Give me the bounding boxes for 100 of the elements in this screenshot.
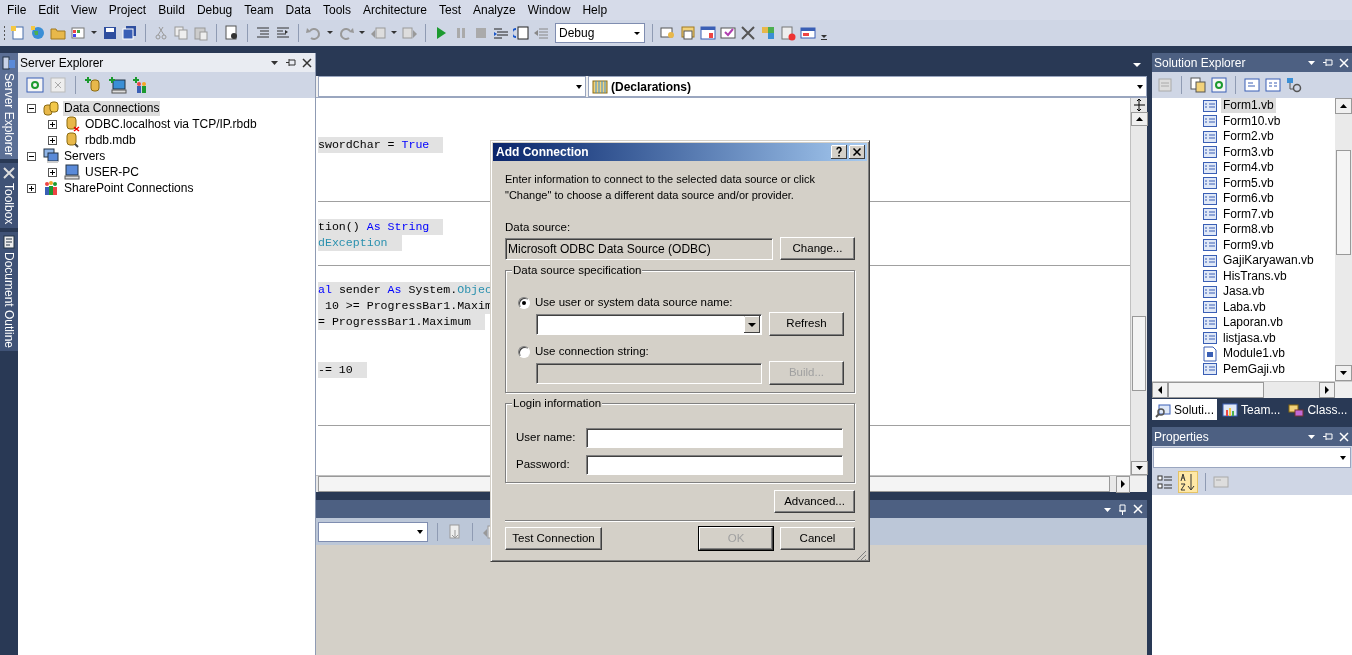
menu-item[interactable]: Debug bbox=[190, 0, 239, 20]
window-icon[interactable] bbox=[680, 25, 696, 41]
close-icon[interactable] bbox=[849, 145, 865, 159]
menu-item[interactable]: Build bbox=[152, 0, 191, 20]
solution-file[interactable]: Laporan.vb bbox=[1221, 315, 1286, 331]
solution-file[interactable]: Form9.vb bbox=[1221, 237, 1276, 253]
expand-icon[interactable] bbox=[48, 167, 57, 177]
solution-file[interactable]: Jasa.vb bbox=[1221, 284, 1267, 300]
expand-icon[interactable] bbox=[48, 135, 57, 145]
indent-icon[interactable] bbox=[255, 25, 271, 41]
categorized-icon[interactable] bbox=[1156, 473, 1174, 491]
menu-item[interactable]: Project bbox=[102, 0, 153, 20]
refresh-button[interactable]: Refresh bbox=[769, 312, 844, 336]
solution-file[interactable]: Form1.vb bbox=[1221, 98, 1276, 114]
cancel-button[interactable]: Cancel bbox=[780, 527, 855, 550]
delete-icon[interactable] bbox=[780, 25, 796, 41]
side-tab[interactable]: Server Explorer bbox=[0, 53, 18, 160]
scroll-right-icon[interactable] bbox=[1116, 476, 1130, 493]
solution-file[interactable]: Form10.vb bbox=[1221, 113, 1283, 129]
scroll-down-icon[interactable] bbox=[1131, 461, 1148, 475]
scroll-thumb[interactable] bbox=[1336, 150, 1351, 255]
add-connection-icon[interactable] bbox=[85, 76, 103, 94]
solution-file[interactable]: PemGaji.vb bbox=[1221, 361, 1288, 377]
solution-file[interactable]: GajiKaryawan.vb bbox=[1221, 253, 1316, 269]
tree-item[interactable]: SharePoint Connections bbox=[63, 180, 195, 196]
declarations-dropdown[interactable]: (Declarations) bbox=[588, 76, 1147, 97]
scroll-up-icon[interactable] bbox=[1131, 112, 1148, 126]
input-field[interactable] bbox=[536, 362, 762, 384]
menu-item[interactable]: View bbox=[65, 0, 103, 20]
help-icon[interactable] bbox=[831, 145, 847, 159]
configuration-dropdown[interactable]: Debug bbox=[555, 23, 645, 43]
menu-item[interactable]: Tools bbox=[316, 0, 357, 20]
dropdown-button-icon[interactable] bbox=[744, 315, 760, 333]
username-field[interactable] bbox=[586, 428, 843, 448]
menu-item[interactable]: Team bbox=[238, 0, 280, 20]
solution-file[interactable]: Form2.vb bbox=[1221, 129, 1276, 145]
class-diagram-icon[interactable] bbox=[1286, 77, 1302, 93]
tree-item[interactable]: Servers bbox=[63, 148, 107, 164]
find-icon[interactable] bbox=[224, 25, 240, 41]
scroll-thumb[interactable] bbox=[1168, 382, 1264, 398]
solution-file[interactable]: Form3.vb bbox=[1221, 144, 1276, 160]
radio-button[interactable] bbox=[518, 297, 530, 309]
solution-file[interactable]: Form5.vb bbox=[1221, 175, 1276, 191]
menu-item[interactable]: Data bbox=[279, 0, 317, 20]
close-icon[interactable] bbox=[302, 57, 312, 68]
panel-tab[interactable]: Class... bbox=[1285, 399, 1351, 420]
scroll-up-icon[interactable] bbox=[1335, 98, 1352, 114]
save-all-icon[interactable] bbox=[122, 25, 138, 41]
resize-grip-icon[interactable] bbox=[855, 550, 867, 562]
split-icon[interactable] bbox=[1131, 98, 1148, 112]
expand-icon[interactable] bbox=[48, 119, 57, 129]
dropdown[interactable] bbox=[318, 521, 428, 542]
caret-icon[interactable] bbox=[1132, 60, 1142, 69]
solution-file[interactable]: Form7.vb bbox=[1221, 206, 1276, 222]
collapse-icon[interactable] bbox=[27, 151, 36, 161]
outdent-icon[interactable] bbox=[275, 25, 291, 41]
collapse-icon[interactable] bbox=[27, 103, 36, 113]
scroll-right-icon[interactable] bbox=[1319, 382, 1335, 398]
radio-button[interactable] bbox=[518, 346, 530, 358]
solution-file[interactable]: Laba.vb bbox=[1221, 299, 1268, 315]
add-server-icon[interactable] bbox=[109, 76, 127, 94]
step-icon[interactable] bbox=[493, 25, 509, 41]
save-icon[interactable] bbox=[102, 25, 118, 41]
sort-alphabetical-icon[interactable] bbox=[1178, 471, 1198, 493]
horizontal-scrollbar[interactable] bbox=[1152, 381, 1352, 398]
menu-item[interactable]: Architecture bbox=[356, 0, 433, 20]
chart-window-icon[interactable] bbox=[700, 25, 716, 41]
caret-icon[interactable] bbox=[1307, 432, 1316, 441]
solution-file[interactable]: Form4.vb bbox=[1221, 160, 1276, 176]
vertical-scrollbar[interactable] bbox=[1130, 98, 1147, 475]
menu-item[interactable]: Window bbox=[521, 0, 577, 20]
panel-tab[interactable]: Team... bbox=[1219, 399, 1284, 420]
scroll-down-icon[interactable] bbox=[1335, 365, 1352, 381]
solution-file[interactable]: listjasa.vb bbox=[1221, 330, 1278, 346]
menu-item[interactable]: Analyze bbox=[467, 0, 522, 20]
side-tab[interactable]: Document Outline bbox=[0, 231, 18, 351]
test-connection-button[interactable]: Test Connection bbox=[505, 527, 602, 550]
panel-tab[interactable]: Soluti... bbox=[1152, 399, 1218, 420]
view-designer-icon[interactable] bbox=[1265, 77, 1281, 93]
add-item-icon[interactable] bbox=[70, 25, 86, 41]
view-code-icon[interactable] bbox=[1244, 77, 1260, 93]
scroll-thumb[interactable] bbox=[1132, 316, 1146, 391]
scroll-left-icon[interactable] bbox=[1152, 382, 1168, 398]
menu-item[interactable]: File bbox=[1, 0, 33, 20]
password-field[interactable] bbox=[586, 455, 843, 475]
change-button[interactable]: Change... bbox=[780, 237, 855, 260]
dropdown-field[interactable] bbox=[536, 313, 762, 335]
caret-icon[interactable] bbox=[270, 58, 279, 67]
pin-icon[interactable] bbox=[285, 58, 296, 67]
solution-file[interactable]: Module1.vb bbox=[1221, 346, 1288, 362]
vertical-scrollbar[interactable] bbox=[1335, 98, 1352, 381]
refresh-icon[interactable] bbox=[1211, 77, 1227, 93]
side-tab[interactable]: Toolbox bbox=[0, 163, 18, 228]
menu-item[interactable]: Test bbox=[433, 0, 467, 20]
window-icon[interactable] bbox=[720, 25, 736, 41]
tree-item[interactable]: Data Connections bbox=[63, 100, 161, 116]
solution-file[interactable]: HisTrans.vb bbox=[1221, 268, 1289, 284]
solution-file[interactable]: Form6.vb bbox=[1221, 191, 1276, 207]
tree-item[interactable]: rbdb.mdb bbox=[84, 132, 137, 148]
advanced-button[interactable]: Advanced... bbox=[774, 490, 855, 513]
